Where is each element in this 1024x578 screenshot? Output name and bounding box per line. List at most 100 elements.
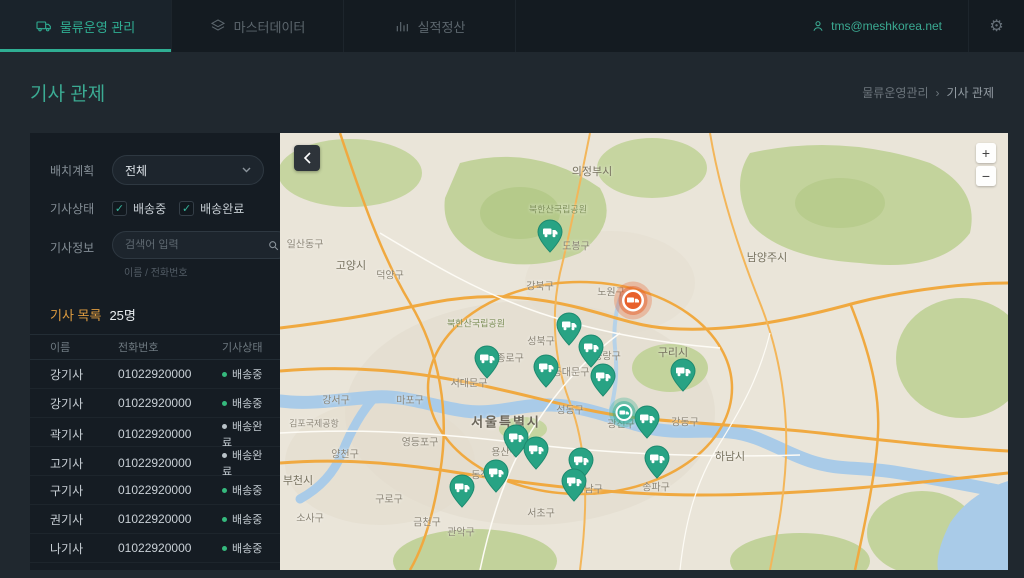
map-label: 종로구: [496, 353, 524, 365]
checkbox-icon: ✓: [112, 200, 127, 216]
truck-icon: [36, 21, 51, 32]
map-label: 마포구: [396, 395, 424, 407]
map-label: 영등포구: [401, 437, 439, 449]
driver-table-body: 강기사 01022920000 배송중 강기사 01022920000 배송중 곽기사 010…: [30, 360, 280, 563]
table-row[interactable]: 고기사 01022920000 배송완료: [30, 447, 280, 478]
driver-status: 배송중: [222, 482, 270, 498]
pin-truck-icon: [474, 345, 500, 379]
map-label: 김포국제공항: [289, 418, 339, 429]
table-row[interactable]: 곽기사 01022920000 배송완료: [30, 418, 280, 449]
map-label: 양천구: [331, 449, 359, 461]
dispatch-plan-label: 배치계획: [50, 164, 95, 178]
dispatch-plan-row: 배치계획 전체: [30, 155, 280, 185]
driver-pin[interactable]: [533, 354, 559, 393]
driver-status-row: 기사상태 ✓ 배송중 ✓ 배송완료: [30, 199, 280, 217]
driver-pin[interactable]: [670, 358, 696, 397]
column-phone: 전화번호: [118, 342, 159, 354]
driver-table-head: 이름 전화번호 기사상태: [30, 334, 280, 360]
map-back-button[interactable]: [294, 145, 320, 171]
driver-count: 25명: [109, 308, 136, 323]
driver-phone: 01022920000: [118, 367, 192, 381]
driver-name: 구기사: [50, 483, 84, 498]
zoom-in-button[interactable]: +: [976, 143, 996, 163]
checkbox-label: 배송완료: [200, 201, 245, 216]
map-label: 강북구: [526, 281, 554, 293]
driver-status: 배송중: [222, 540, 270, 556]
driver-status-label: 기사상태: [50, 202, 95, 216]
pin-truck-icon: [533, 354, 559, 388]
map-label: 강동구: [671, 417, 699, 429]
map-label: 소사구: [296, 513, 324, 525]
map-label: 남양주시: [746, 252, 788, 264]
search-wrap: 이름 / 전화번호: [112, 231, 280, 279]
table-row[interactable]: 나기사 01022920000 배송중: [30, 534, 280, 563]
map[interactable]: 의정부시 북한산국립공원 남양주시 일산동구 고양시 덕양구 도봉구 강북구 노원구 북한산국립공…: [280, 133, 1008, 570]
top-nav: 물류운영 관리 마스터데이터 실적정산 tms@meshkorea.net ⚙: [0, 0, 1024, 52]
driver-info-label: 기사정보: [50, 241, 95, 255]
map-label: 일산동구: [286, 239, 324, 251]
driver-status: 배송완료: [222, 421, 263, 449]
map-label: 하남시: [714, 451, 746, 463]
table-row[interactable]: 강기사 01022920000 배송중: [30, 389, 280, 418]
settings-button[interactable]: ⚙: [968, 0, 1024, 52]
pin-truck-icon: [483, 459, 509, 493]
map-label: 성동구: [556, 405, 584, 417]
checkbox-icon: ✓: [179, 200, 195, 216]
tab-label: 실적정산: [417, 19, 466, 35]
map-label: 강서구: [322, 395, 350, 407]
zoom-controls: + −: [976, 143, 996, 186]
account-email: tms@meshkorea.net: [831, 19, 942, 33]
selected-truck-icon: [609, 397, 639, 428]
dispatch-plan-select[interactable]: 전체: [112, 155, 264, 185]
tab-label: 마스터데이터: [233, 19, 306, 35]
driver-pin[interactable]: [474, 345, 500, 384]
checkbox-delivered[interactable]: ✓ 배송완료: [179, 200, 244, 217]
table-row[interactable]: 구기사 01022920000 배송중: [30, 476, 280, 505]
map-label: 부천시: [282, 475, 314, 487]
gear-icon: ⚙: [989, 18, 1004, 35]
driver-name: 곽기사: [50, 427, 84, 442]
driver-phone: 01022920000: [118, 396, 192, 410]
pin-truck-icon: [523, 436, 549, 470]
driver-pin[interactable]: [449, 474, 475, 513]
driver-name: 강기사: [50, 367, 84, 382]
driver-list-header: 기사 목록 25명: [30, 293, 280, 334]
tab-master-data[interactable]: 마스터데이터: [172, 0, 344, 52]
driver-info-row: 기사정보 이름 / 전화번호: [30, 231, 280, 279]
page-title: 기사 관제: [30, 84, 106, 105]
table-row[interactable]: 권기사 01022920000 배송중: [30, 505, 280, 534]
driver-name: 고기사: [50, 456, 84, 471]
driver-list-title: 기사 목록: [50, 308, 102, 323]
layers-icon: [210, 19, 225, 31]
person-icon: [813, 21, 823, 31]
pin-truck-icon: [561, 468, 587, 502]
select-value: 전체: [125, 163, 148, 178]
search-input[interactable]: [125, 239, 267, 251]
driver-pin[interactable]: [644, 445, 670, 484]
breadcrumb-item[interactable]: 물류운영관리: [862, 84, 928, 101]
zoom-out-button[interactable]: −: [976, 166, 996, 186]
breadcrumb-separator: ›: [935, 85, 940, 100]
map-label: 금천구: [413, 517, 441, 529]
nav-right: tms@meshkorea.net ⚙: [785, 0, 1024, 52]
driver-name: 권기사: [50, 512, 84, 527]
chevron-left-icon: [303, 152, 311, 164]
driver-pin[interactable]: [537, 219, 563, 258]
checkbox-delivering[interactable]: ✓ 배송중: [112, 200, 166, 217]
driver-status: 배송중: [222, 366, 270, 382]
map-label: 북한산국립공원: [447, 318, 505, 329]
selected-driver-marker[interactable]: [608, 397, 640, 434]
account-menu[interactable]: tms@meshkorea.net: [785, 0, 968, 52]
map-label: 북한산국립공원: [529, 204, 587, 215]
driver-pin[interactable]: [523, 436, 549, 475]
search-icon[interactable]: [267, 239, 280, 252]
driver-pin[interactable]: [483, 459, 509, 498]
tab-logistics-operations[interactable]: 물류운영 관리: [0, 0, 172, 52]
driver-pin[interactable]: [561, 468, 587, 507]
tab-performance-settlement[interactable]: 실적정산: [344, 0, 516, 52]
table-row[interactable]: 강기사 01022920000 배송중: [30, 360, 280, 389]
pin-truck-icon: [644, 445, 670, 479]
driver-phone: 01022920000: [118, 541, 192, 555]
map-label: 의정부시: [571, 166, 613, 178]
cluster-marker[interactable]: [613, 281, 653, 326]
